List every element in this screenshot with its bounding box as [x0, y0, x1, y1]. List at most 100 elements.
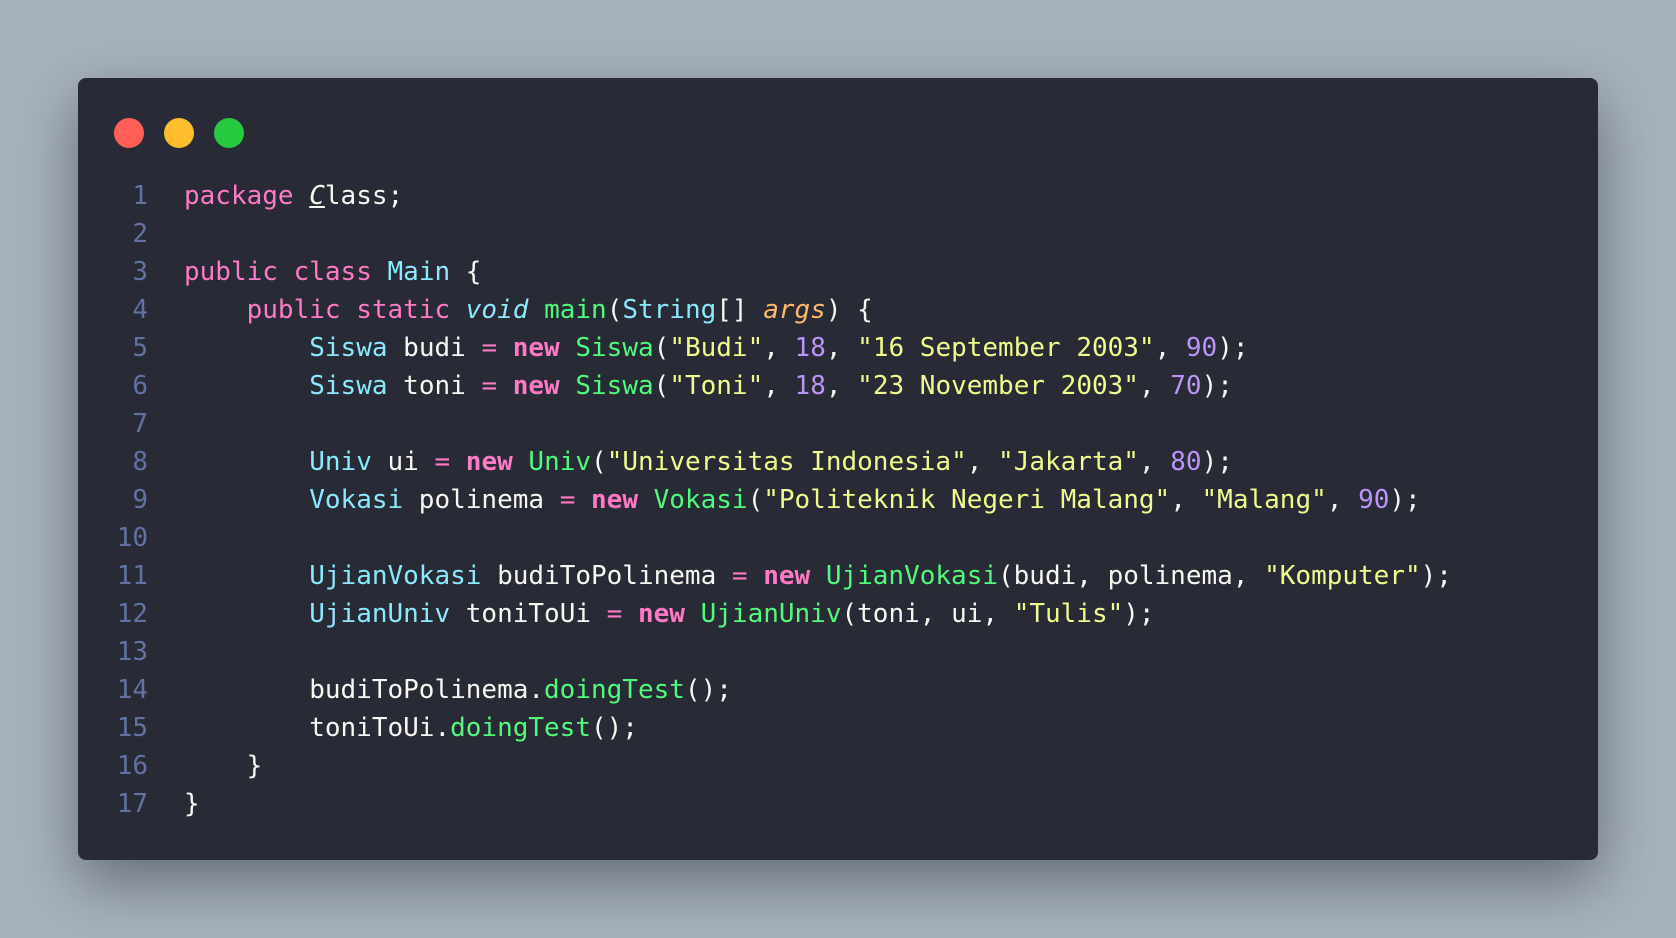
code-line: 14 budiToPolinema.doingTest(); — [78, 671, 1452, 709]
code-text: budiToPolinema.doingTest(); — [184, 671, 732, 709]
code-token: 90 — [1358, 485, 1390, 515]
code-token: doingTest — [544, 675, 685, 705]
code-token: void — [465, 295, 529, 325]
code-line: 12 UjianUniv toniToUi = new UjianUniv(to… — [78, 595, 1452, 633]
code-token: ); — [1217, 333, 1249, 363]
code-token: budi — [387, 333, 482, 363]
code-text: public static void main(String[] args) { — [184, 291, 873, 329]
code-token: (); — [684, 675, 732, 705]
line-number: 1 — [132, 181, 148, 211]
code-token: ); — [1420, 561, 1452, 591]
code-text: } — [184, 747, 263, 785]
code-token: 80 — [1170, 447, 1202, 477]
line-number: 11 — [116, 561, 148, 591]
code-token: main — [544, 295, 607, 325]
code-token: "Komputer" — [1264, 561, 1421, 591]
line-number: 6 — [132, 371, 148, 401]
code-token: C — [309, 181, 325, 211]
code-token: polinema — [403, 485, 560, 515]
code-line: 7 — [78, 405, 1452, 443]
code-token: ( — [591, 447, 607, 477]
code-token: ui — [371, 447, 435, 477]
code-token: (); — [591, 713, 638, 743]
code-token: ) { — [825, 295, 873, 325]
code-token: toniToUi. — [184, 713, 451, 743]
code-token: "Politeknik Negeri Malang" — [763, 485, 1171, 515]
code-token: ); — [1201, 447, 1233, 477]
code-token: 70 — [1170, 371, 1202, 401]
maximize-dot-icon[interactable] — [214, 118, 244, 148]
code-token: static — [356, 295, 451, 325]
code-token: "16 September 2003" — [857, 333, 1155, 363]
code-line: 6 Siswa toni = new Siswa("Toni", 18, "23… — [78, 367, 1452, 405]
code-block: 1 package Class; 2 3 public class Main {4 pu… — [78, 177, 1452, 823]
code-token: = — [731, 561, 748, 591]
code-token: Siswa — [575, 371, 654, 401]
code-token: UjianUniv — [309, 599, 451, 629]
code-window: 1 package Class; 2 3 public class Main {4 pu… — [78, 78, 1598, 860]
code-token: Univ — [309, 447, 372, 477]
code-text: Vokasi polinema = new Vokasi("Politeknik… — [184, 481, 1421, 519]
code-token: Vokasi — [653, 485, 748, 515]
line-number: 10 — [116, 523, 148, 553]
code-token: , — [1154, 333, 1186, 363]
code-token: new — [512, 333, 560, 363]
code-line: 2 — [78, 215, 1452, 253]
code-line: 1 package Class; — [78, 177, 1452, 215]
code-token: Siswa — [309, 371, 388, 401]
code-token: public — [184, 257, 278, 287]
code-token: , — [763, 371, 795, 401]
code-token: [] — [716, 295, 764, 325]
minimize-dot-icon[interactable] — [164, 118, 194, 148]
code-line: 10 — [78, 519, 1452, 557]
code-token: toniToUi — [450, 599, 607, 629]
code-token: Univ — [528, 447, 592, 477]
code-token: class — [293, 257, 372, 287]
code-token: , — [763, 333, 795, 363]
window-controls — [114, 118, 244, 148]
code-token: ); — [1201, 371, 1233, 401]
code-token: , — [966, 447, 999, 477]
code-text: Siswa toni = new Siswa("Toni", 18, "23 N… — [184, 367, 1233, 405]
code-token: ); — [1389, 485, 1421, 515]
line-number: 8 — [132, 447, 148, 477]
code-token: Vokasi — [309, 485, 404, 515]
code-token: new — [763, 561, 811, 591]
code-token: "Malang" — [1201, 485, 1327, 515]
code-token: ; — [387, 181, 404, 211]
line-number: 17 — [116, 789, 148, 819]
code-text: package Class; — [184, 177, 403, 215]
code-token: , — [1170, 485, 1202, 515]
code-token: , — [1326, 485, 1359, 515]
line-number: 7 — [132, 409, 148, 439]
code-token: "Jakarta" — [998, 447, 1139, 477]
code-token: { — [450, 257, 482, 287]
code-token: , — [825, 333, 858, 363]
code-token: ( — [747, 485, 764, 515]
code-token: toni — [387, 371, 482, 401]
code-token: args — [763, 295, 826, 325]
code-token: } — [184, 751, 263, 781]
code-line: 17} — [78, 785, 1452, 823]
line-number: 5 — [132, 333, 148, 363]
code-token: doingTest — [450, 713, 591, 743]
code-token: = — [559, 485, 576, 515]
code-token: (toni, ui, — [841, 599, 1014, 629]
code-token: "23 November 2003" — [857, 371, 1139, 401]
close-dot-icon[interactable] — [114, 118, 144, 148]
code-token: ( — [653, 371, 670, 401]
code-token: budiToPolinema. — [184, 675, 545, 705]
code-token: lass — [324, 181, 388, 211]
code-token: ); — [1123, 599, 1155, 629]
